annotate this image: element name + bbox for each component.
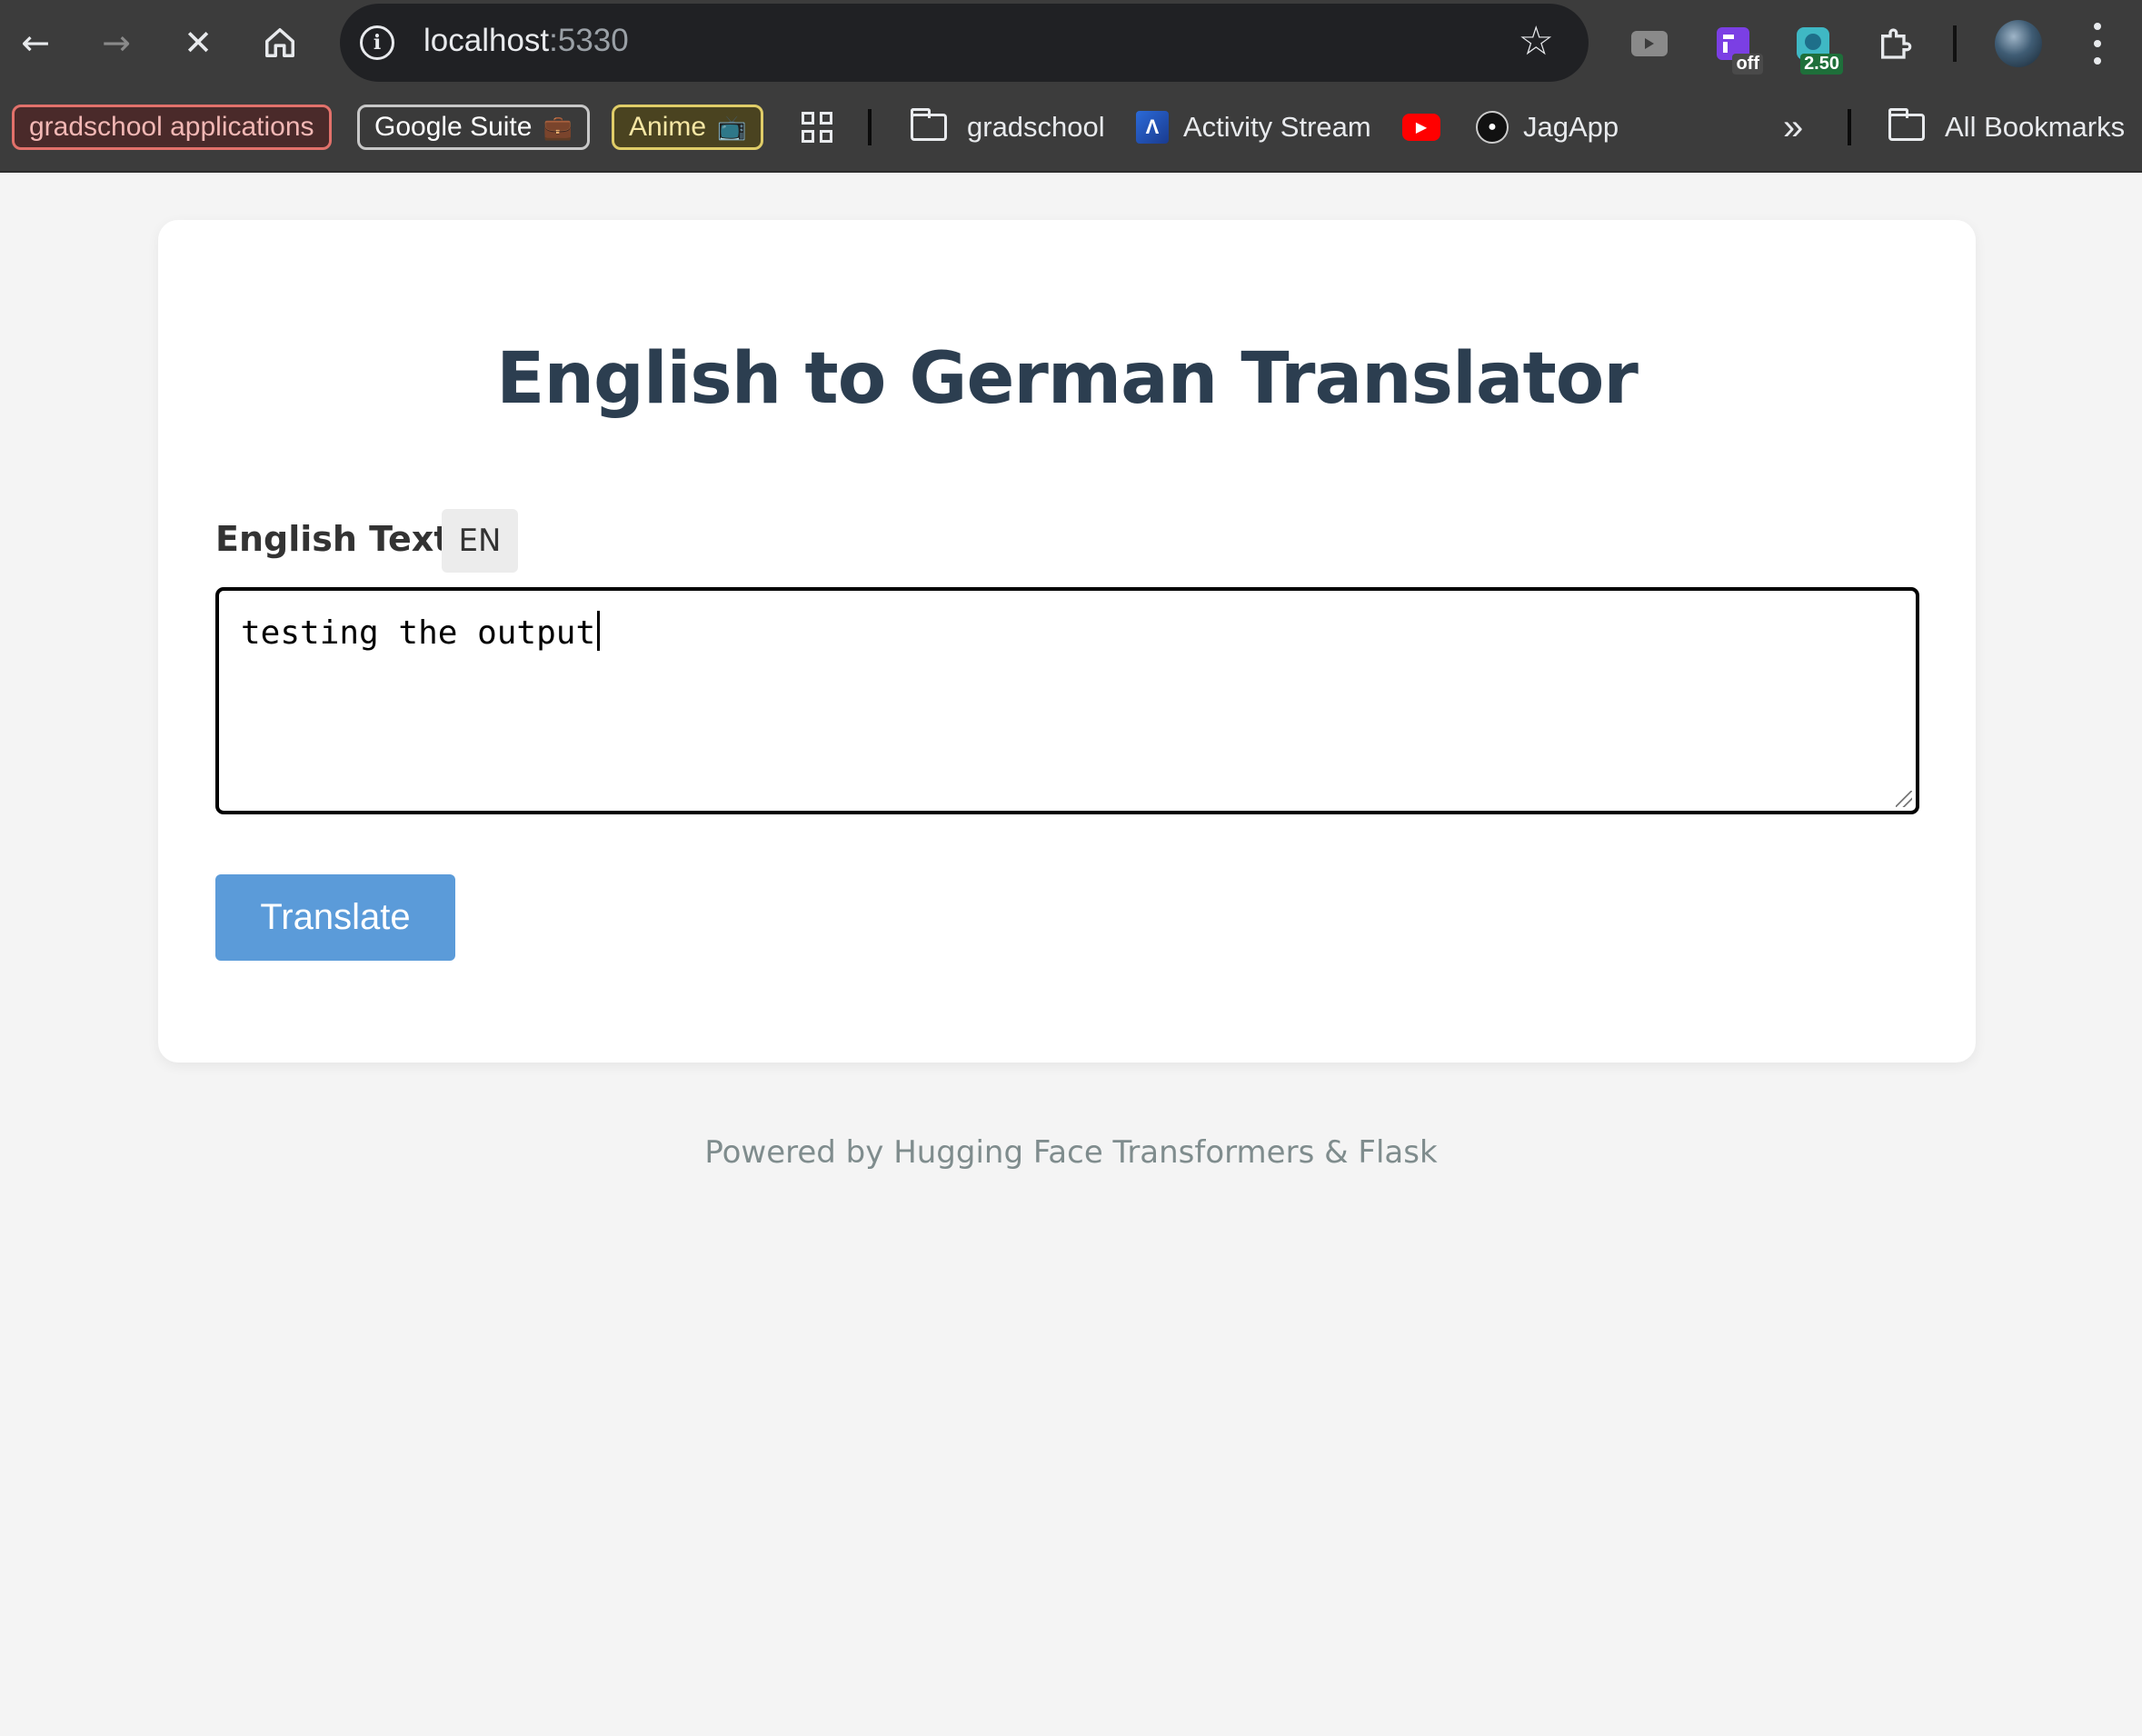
extension-off-icon[interactable]: off [1710,18,1763,75]
stop-loading-icon[interactable]: ✕ [171,15,225,70]
folder-icon [1888,108,1925,141]
jagapp-icon: ● [1476,111,1509,144]
bookmark-jagapp[interactable]: ● JagApp [1476,105,1619,150]
all-bookmarks-label: All Bookmarks [1945,111,2126,143]
speed-extension-icon[interactable]: 2.50 [1790,18,1843,75]
bookmark-label: Google Suite [374,112,533,142]
folder-icon [911,108,947,141]
bookmark-star-icon[interactable]: ☆ [1519,18,1554,65]
bookmark-google-suite[interactable]: Google Suite 💼 [357,105,590,150]
site-info-icon[interactable]: i [360,25,394,60]
bookmarks-overflow-icon[interactable]: » [1783,105,1803,150]
extension-off-badge: off [1732,54,1763,75]
toolbar-divider [1953,25,1957,62]
video-extension-icon[interactable] [1627,18,1672,69]
bookmark-youtube[interactable]: ▶ [1402,105,1440,150]
page-footer: Powered by Hugging Face Transformers & F… [704,1134,1438,1171]
input-text-value: testing the output [241,614,596,652]
all-bookmarks-folder[interactable]: All Bookmarks [1888,105,2125,150]
tv-icon: 📺 [717,113,747,141]
youtube-icon: ▶ [1402,114,1440,141]
back-arrow-icon[interactable]: ← [8,15,63,70]
bookmark-label: Activity Stream [1183,111,1371,143]
resize-handle-icon[interactable] [1896,791,1912,807]
page-title: English to German Translator [496,338,1639,420]
browser-toolbar: ← → ✕ i localhost:5330 ☆ off 2.50 [0,0,2142,86]
home-icon[interactable] [253,15,307,70]
activity-stream-icon: Λ [1136,111,1169,144]
bookmark-folder-gradschool[interactable]: gradschool [911,105,1105,150]
text-caret [597,611,601,651]
bookmark-activity-stream[interactable]: Λ Activity Stream [1136,105,1371,150]
bookmark-anime[interactable]: Anime 📺 [612,105,764,150]
bookmarks-divider [868,109,872,145]
bookmark-label: JagApp [1523,111,1619,143]
english-text-label: English Text [215,519,451,559]
bookmark-gradschool-applications[interactable]: gradschool applications [12,105,332,150]
translator-card: English to German Translator English Tex… [158,220,1976,1063]
bookmarks-divider [1848,109,1851,145]
address-bar[interactable]: i localhost:5330 ☆ [340,4,1589,82]
url-host: localhost [423,23,550,58]
url-text[interactable]: localhost:5330 [423,23,629,59]
browser-menu-icon[interactable] [2087,18,2108,69]
url-port: :5330 [549,23,629,58]
lang-badge-en: EN [442,509,518,573]
bookmark-label: Anime [629,112,707,142]
forward-arrow-icon[interactable]: → [89,15,144,70]
bookmark-label: gradschool applications [29,112,314,142]
profile-avatar[interactable] [1995,20,2042,67]
extensions-puzzle-icon[interactable] [1872,18,1918,69]
english-text-input[interactable]: testing the output [215,587,1919,814]
speed-extension-badge: 2.50 [1800,54,1843,75]
bookmark-label: gradschool [967,111,1105,143]
briefcase-icon: 💼 [543,113,573,141]
bookmarks-bar: gradschool applications Google Suite 💼 An… [0,86,2142,173]
apps-grid-icon[interactable] [802,105,832,150]
translate-button[interactable]: Translate [215,874,455,961]
